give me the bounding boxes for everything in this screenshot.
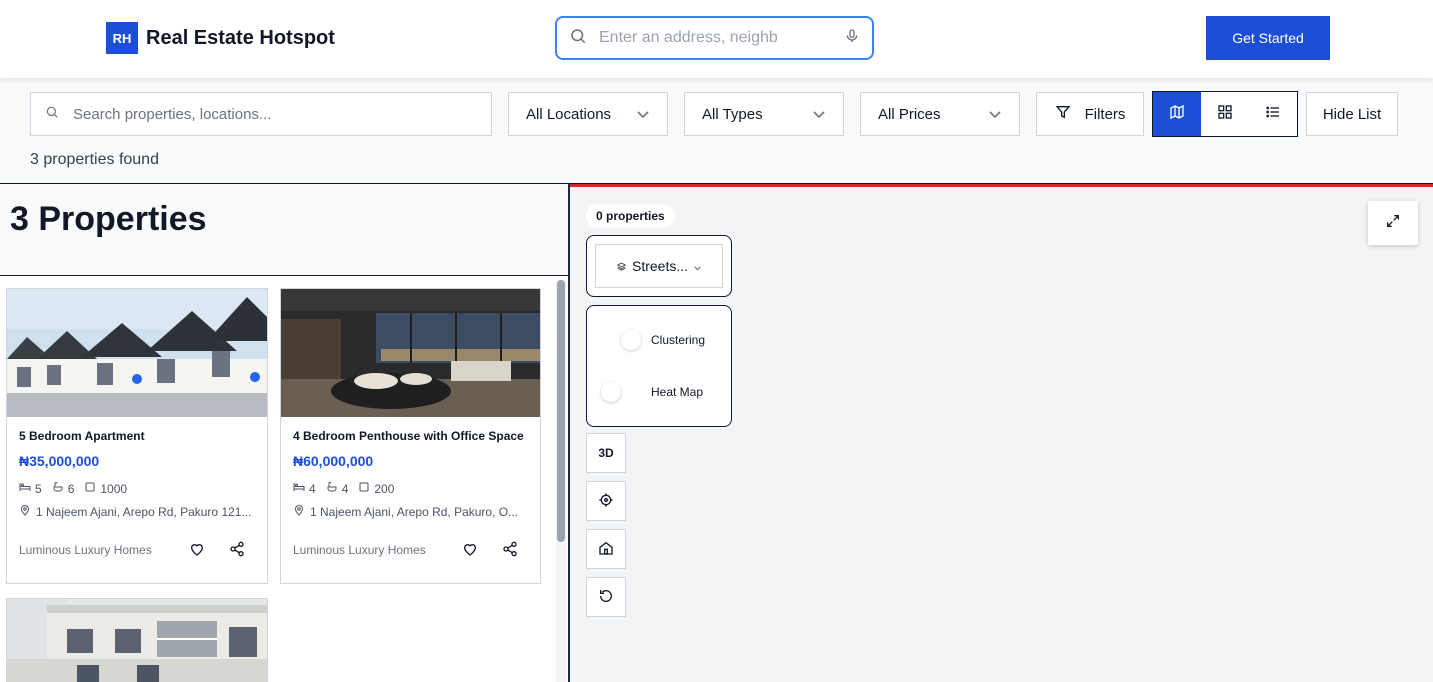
scrollbar-thumb[interactable] [557,280,565,542]
bath-icon [326,481,338,496]
reset-map-button[interactable] [586,577,626,617]
share-icon[interactable] [229,541,245,562]
property-price: ₦60,000,000 [293,453,374,469]
location-select[interactable]: All Locations [508,92,668,136]
property-title[interactable]: 5 Bedroom Apartment [19,429,145,443]
property-address: 1 Najeem Ajani, Arepo Rd, Pakuro 121... [19,504,257,519]
listing-scrollbar[interactable] [556,280,566,682]
property-address-text: 1 Najeem Ajani, Arepo Rd, Pakuro, O... [310,504,519,519]
grid-icon [1217,104,1233,125]
bath-icon [52,481,64,496]
chevron-down-icon [989,106,1001,123]
clustering-toggle-knob[interactable] [621,330,641,350]
property-address: 1 Najeem Ajani, Arepo Rd, Pakuro, O... [293,504,531,519]
listing-header: 3 Properties [0,184,568,276]
map-style-control: Streets... [586,235,732,297]
address-search-placeholder: Enter an address, neighb [599,29,778,46]
hide-list-button[interactable]: Hide List [1306,92,1398,136]
price-select-value: All Prices [878,105,941,123]
price-select[interactable]: All Prices [860,92,1020,136]
grid-view-button[interactable] [1201,92,1249,136]
property-photo[interactable] [281,289,540,417]
fullscreen-button[interactable] [1368,201,1418,245]
list-view-button[interactable] [1249,92,1297,136]
layers-icon [616,258,627,274]
property-agent: Luminous Luxury Homes [293,543,426,557]
property-search-input[interactable]: Search properties, locations... [30,92,492,136]
property-specs: 5 6 1000 [19,481,132,496]
property-photo[interactable] [7,599,267,682]
chevron-down-icon [637,106,649,123]
map-panel[interactable]: 0 properties Streets... Clustering Heat … [570,184,1433,682]
listing-heading: 3 Properties [10,200,207,238]
crosshair-icon [598,492,614,511]
bath-count: 4 [341,481,349,496]
home-view-button[interactable] [586,529,626,569]
brand-mark: RH [106,22,138,54]
bed-count: 5 [35,481,42,496]
type-select[interactable]: All Types [684,92,844,136]
heatmap-label: Heat Map [651,385,704,399]
area-value: 200 [374,481,395,496]
area-icon [84,481,96,496]
map-style-select[interactable]: Streets... [595,244,723,288]
microphone-icon[interactable] [844,27,860,50]
map-style-value: Streets... [631,258,689,274]
map-view-button[interactable] [1153,92,1201,136]
location-pin-icon [19,504,31,519]
search-icon [569,27,587,50]
location-pin-icon [293,504,305,519]
expand-icon [1385,213,1401,234]
property-agent: Luminous Luxury Homes [19,543,152,557]
type-select-value: All Types [702,105,763,123]
property-search-placeholder: Search properties, locations... [73,105,272,123]
list-icon [1265,104,1281,125]
clustering-toggle[interactable]: Clustering [621,330,705,350]
property-specs: 4 4 200 [293,481,399,496]
listing-panel: 3 Properties 5 Bedroom Apartment ₦35,000… [0,184,570,682]
bed-count: 4 [309,481,316,496]
property-photo[interactable] [7,289,267,417]
heatmap-toggle-knob[interactable] [601,382,621,402]
result-count: 3 properties found [30,151,159,168]
map-layer-toggles: Clustering Heat Map [586,305,732,427]
chevron-down-icon [813,106,825,123]
favorite-heart-icon[interactable] [462,541,478,562]
locate-me-button[interactable] [586,481,626,521]
chevron-down-icon [694,258,701,274]
filter-bar: Search properties, locations... All Loca… [0,78,1433,184]
view-toggle [1152,91,1298,137]
area-icon [358,481,370,496]
filters-button-label: Filters [1084,105,1126,123]
home-icon [598,540,614,559]
location-select-value: All Locations [526,105,612,123]
property-card[interactable] [6,598,268,682]
property-card[interactable]: 4 Bedroom Penthouse with Office Space ₦6… [280,288,541,584]
clustering-label: Clustering [651,333,706,347]
favorite-heart-icon[interactable] [189,541,205,562]
property-address-text: 1 Najeem Ajani, Arepo Rd, Pakuro 121... [36,504,252,519]
top-navbar: RH Real Estate Hotspot Enter an address,… [0,0,1433,78]
filters-button[interactable]: Filters [1036,92,1144,136]
address-search-input[interactable]: Enter an address, neighb [555,16,874,60]
search-icon [45,105,59,124]
map-icon [1169,104,1185,125]
heatmap-toggle[interactable]: Heat Map [601,382,703,402]
bath-count: 6 [67,481,75,496]
rotate-ccw-icon [598,588,614,607]
brand-logo[interactable]: RH Real Estate Hotspot [106,22,335,54]
brand-name: Real Estate Hotspot [146,26,335,49]
get-started-button[interactable]: Get Started [1206,16,1330,60]
property-price: ₦35,000,000 [19,453,100,469]
share-icon[interactable] [502,541,518,562]
bed-icon [19,481,31,496]
bed-icon [293,481,305,496]
area-value: 1000 [100,481,128,496]
filter-funnel-icon [1055,104,1071,124]
3d-view-button[interactable]: 3D [586,433,626,473]
property-title[interactable]: 4 Bedroom Penthouse with Office Space [293,429,524,443]
property-card[interactable]: 5 Bedroom Apartment ₦35,000,000 5 6 1000… [6,288,268,584]
map-property-count-badge: 0 properties [586,204,675,228]
